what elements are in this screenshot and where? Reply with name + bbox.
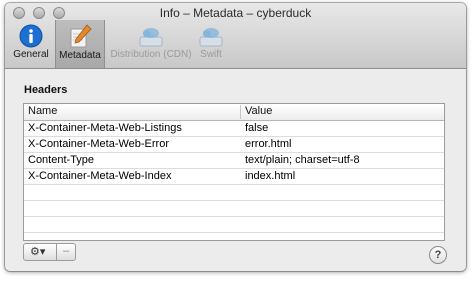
empty-table-row <box>24 201 444 217</box>
info-icon <box>19 24 43 48</box>
cloud-drive-icon <box>139 28 163 47</box>
toolbar-general-label: General <box>13 49 49 60</box>
toolbar-metadata-label: Metadata <box>59 50 101 61</box>
minus-icon: – <box>63 245 70 257</box>
table-row[interactable]: X-Container-Meta-Web-Index index.html <box>24 169 444 185</box>
empty-table-row <box>24 185 444 201</box>
header-value-cell[interactable]: text/plain; charset=utf-8 <box>245 154 360 166</box>
pencil-icon <box>70 24 92 48</box>
help-button[interactable]: ? <box>429 246 447 264</box>
info-window: Info – Metadata – cyberduck General Meta… <box>5 3 466 271</box>
header-value-cell[interactable]: false <box>245 122 268 134</box>
header-name-cell[interactable]: X-Container-Meta-Web-Listings <box>28 122 182 134</box>
column-header-value[interactable]: Value <box>240 105 272 119</box>
headers-table[interactable]: Name Value X-Container-Meta-Web-Listings… <box>23 103 445 241</box>
toolbar-metadata-tab[interactable]: Metadata <box>55 20 105 68</box>
header-name-cell[interactable]: X-Container-Meta-Web-Index <box>28 170 171 182</box>
window-title: Info – Metadata – cyberduck <box>159 6 312 20</box>
table-row[interactable]: X-Container-Meta-Web-Error error.html <box>24 137 444 153</box>
cloud-drive-icon <box>199 28 223 47</box>
gear-icon: ⚙▾ <box>30 246 46 258</box>
table-row[interactable]: X-Container-Meta-Web-Listings false <box>24 121 444 137</box>
remove-header-button[interactable]: – <box>56 243 76 261</box>
header-value-cell[interactable]: error.html <box>245 138 291 150</box>
table-action-bar: ⚙▾ – <box>23 239 83 261</box>
toolbar-distribution-tab[interactable]: Distribution (CDN) <box>106 21 196 67</box>
table-header: Name Value <box>24 104 444 121</box>
header-name-cell[interactable]: X-Container-Meta-Web-Error <box>28 138 169 150</box>
header-name-cell[interactable]: Content-Type <box>28 154 94 166</box>
headers-section-label: Headers <box>24 84 68 96</box>
toolbar-distribution-label: Distribution (CDN) <box>110 49 192 60</box>
table-row[interactable]: Content-Type text/plain; charset=utf-8 <box>24 153 444 169</box>
toolbar-general-tab[interactable]: General <box>9 21 53 67</box>
toolbar-swift-label: Swift <box>200 49 222 60</box>
gear-menu-button[interactable]: ⚙▾ <box>23 243 57 261</box>
metadata-panel: Headers Name Value X-Container-Meta-Web-… <box>19 75 451 264</box>
header-value-cell[interactable]: index.html <box>245 170 295 182</box>
column-header-name[interactable]: Name <box>28 105 57 117</box>
toolbar-swift-tab[interactable]: Swift <box>193 21 229 67</box>
title-bar: Info – Metadata – cyberduck General Meta… <box>5 3 466 69</box>
empty-table-row <box>24 217 444 233</box>
